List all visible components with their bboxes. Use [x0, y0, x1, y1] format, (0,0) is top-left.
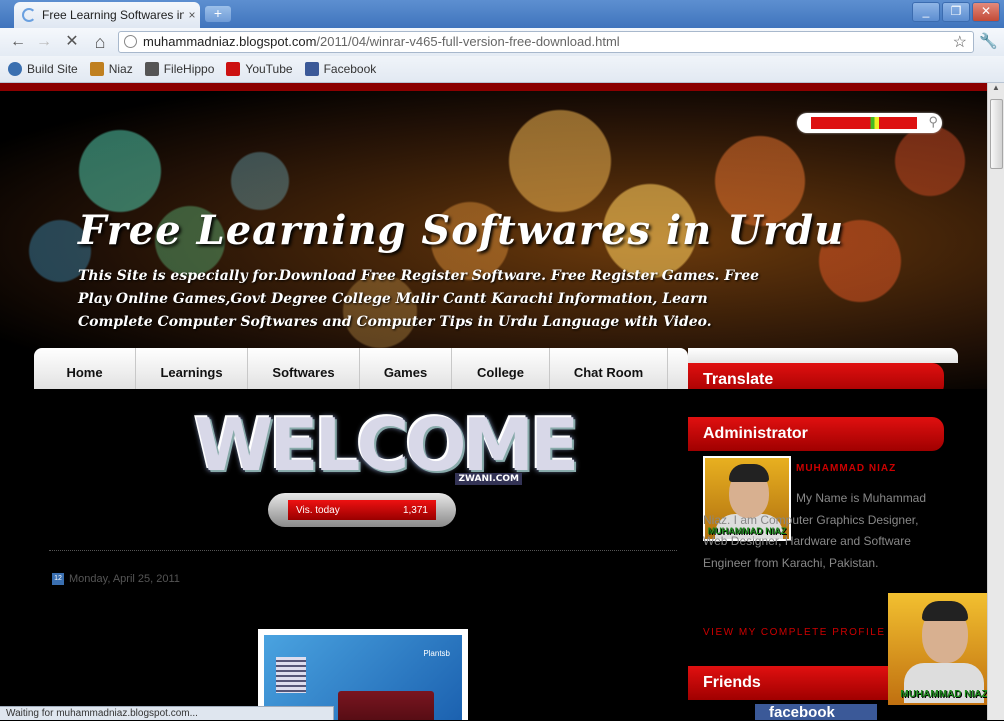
book-icon — [338, 691, 434, 720]
scrollbar-thumb[interactable] — [990, 99, 1003, 169]
post-date: 12 Monday, April 25, 2011 — [52, 573, 180, 585]
welcome-banner: WELCOME ZWANI.COM — [194, 403, 579, 487]
facebook-icon — [304, 62, 319, 76]
youtube-icon — [226, 62, 241, 76]
maximize-button[interactable]: ❐ — [942, 2, 970, 22]
visit-counter: Vis. today 1,371 — [268, 493, 456, 527]
visits-count: 1,371 — [402, 504, 428, 516]
blog-title[interactable]: Free Learning Softwares in Urdu — [78, 207, 844, 254]
administrator-widget-title: Administrator — [688, 417, 944, 451]
photo-caption: MUHAMMAD NIAZ — [900, 689, 988, 700]
photo-hair — [729, 464, 769, 482]
nav-chat-room[interactable]: Chat Room — [550, 348, 668, 389]
tab-close-icon[interactable]: × — [184, 8, 200, 22]
main-nav: Home Learnings Softwares Games College C… — [34, 348, 688, 389]
new-tab-button[interactable]: + — [205, 6, 231, 22]
bookmarks-bar: Build Site Niaz FileHippo YouTube Facebo… — [0, 56, 1004, 83]
bookmark-facebook[interactable]: Facebook — [304, 62, 377, 76]
image-label: Plantsb — [423, 649, 450, 658]
close-window-button[interactable]: ✕ — [972, 2, 1000, 22]
blog-description: This Site is especially for.Download Fre… — [78, 268, 760, 330]
photo-hair — [922, 601, 968, 621]
home-icon[interactable]: ⌂ — [90, 32, 110, 52]
browser-toolbar: ← → ✕ ⌂ muhammadniaz.blogspot.com/2011/0… — [0, 28, 1004, 56]
divider — [49, 550, 677, 551]
nav-home[interactable]: Home — [34, 348, 136, 389]
url-path: /2011/04/winrar-v465-full-version-free-d… — [316, 34, 620, 49]
bookmark-label: FileHippo — [163, 62, 215, 76]
admin-bio-text: My Name is Muhammad Niaz. I am Computer … — [703, 491, 927, 570]
web-page: ⚲ Free Learning Softwares in Urdu This S… — [0, 83, 988, 720]
tab-title: Free Learning Softwares in Ur — [42, 8, 184, 22]
admin-name-link[interactable]: MUHAMMAD NIAZ — [796, 463, 896, 474]
filehippo-icon — [144, 62, 159, 76]
search-input[interactable] — [811, 117, 917, 129]
bookmark-filehippo[interactable]: FileHippo — [144, 62, 215, 76]
bookmark-label: Facebook — [323, 62, 377, 76]
bookmark-niaz[interactable]: Niaz — [89, 62, 133, 76]
minimize-button[interactable]: _ — [912, 2, 940, 22]
facebook-badge[interactable]: facebook — [755, 704, 877, 720]
nav-games[interactable]: Games — [360, 348, 452, 389]
address-bar[interactable]: muhammadniaz.blogspot.com/2011/04/winrar… — [118, 31, 974, 53]
bookmark-youtube[interactable]: YouTube — [226, 62, 293, 76]
bookmark-label: Build Site — [27, 62, 78, 76]
blog-header: ⚲ Free Learning Softwares in Urdu This S… — [0, 91, 988, 389]
calendar-icon: 12 — [52, 573, 64, 585]
globe-icon — [124, 35, 137, 48]
forward-icon[interactable]: → — [34, 32, 54, 52]
nav-learnings[interactable]: Learnings — [136, 348, 248, 389]
welcome-source-tag: ZWANI.COM — [455, 473, 522, 485]
vertical-scrollbar[interactable]: ▲ — [987, 83, 1004, 720]
admin-bio: My Name is Muhammad Niaz. I am Computer … — [703, 488, 931, 574]
visits-label: Vis. today — [296, 504, 340, 516]
scroll-up-icon[interactable]: ▲ — [988, 83, 1004, 97]
nav-softwares[interactable]: Softwares — [248, 348, 360, 389]
nav-college[interactable]: College — [452, 348, 550, 389]
translate-widget-title: Translate — [688, 363, 944, 389]
browser-titlebar: Free Learning Softwares in Ur × + _ ❐ ✕ — [0, 0, 1004, 28]
avatar-icon — [89, 62, 104, 76]
nav-extension — [688, 348, 958, 363]
wrench-icon[interactable]: 🔧 — [979, 32, 998, 50]
browser-tab[interactable]: Free Learning Softwares in Ur × — [14, 2, 200, 28]
top-red-strip — [0, 83, 988, 91]
bookmark-star-icon[interactable]: ☆ — [953, 33, 967, 53]
status-bar: Waiting for muhammadniaz.blogspot.com... — [0, 706, 334, 720]
globe-icon — [8, 62, 22, 76]
floating-admin-photo[interactable]: MUHAMMAD NIAZ — [888, 593, 988, 705]
back-icon[interactable]: ← — [8, 32, 28, 52]
bookmark-label: YouTube — [245, 62, 293, 76]
loading-spinner-icon — [22, 8, 36, 22]
search-icon[interactable]: ⚲ — [928, 114, 938, 130]
url-host: muhammadniaz.blogspot.com — [143, 34, 317, 49]
post-date-text: Monday, April 25, 2011 — [69, 573, 180, 585]
bookmark-label: Niaz — [108, 62, 133, 76]
search-widget[interactable]: ⚲ — [797, 113, 942, 133]
view-profile-link[interactable]: VIEW MY COMPLETE PROFILE — [703, 627, 886, 638]
stop-icon[interactable]: ✕ — [62, 32, 82, 52]
stack-icon — [276, 657, 306, 693]
bookmark-build-site[interactable]: Build Site — [8, 62, 78, 76]
